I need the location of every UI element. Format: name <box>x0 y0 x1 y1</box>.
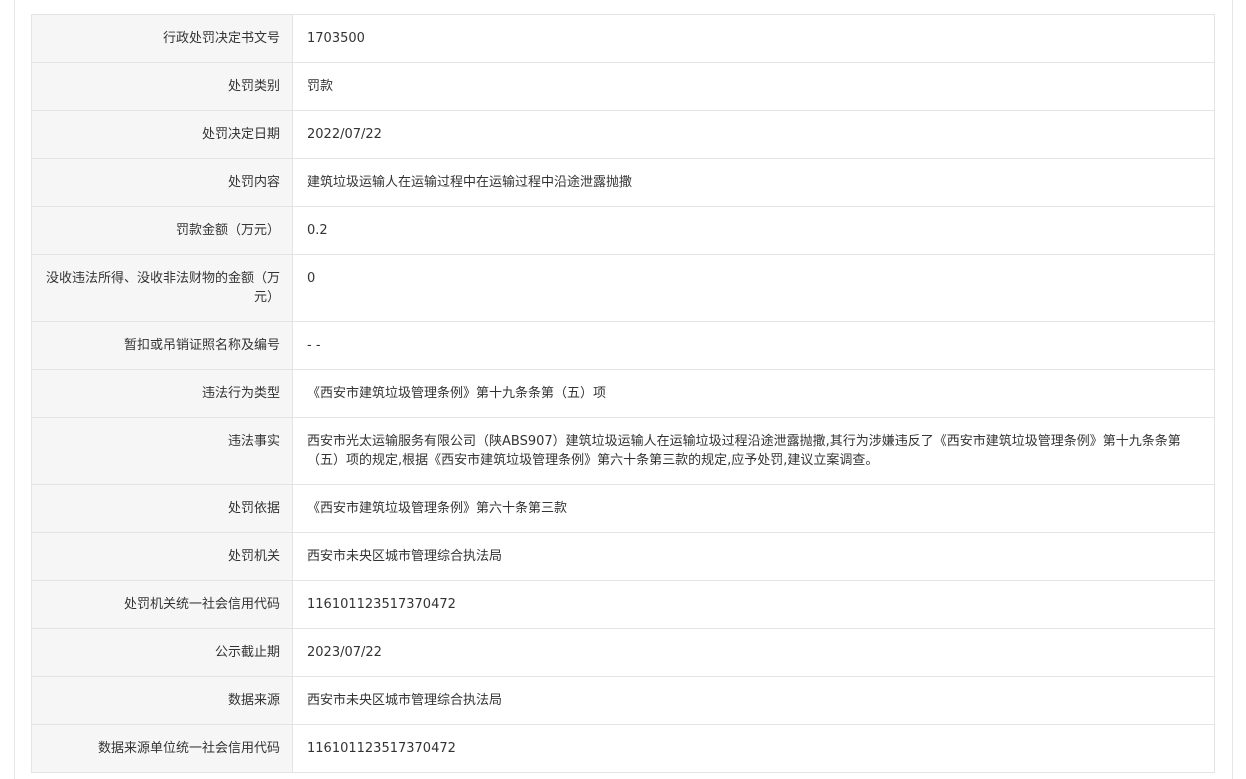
label-penalty-authority: 处罚机关 <box>31 532 293 581</box>
penalty-info-table: 行政处罚决定书文号 1703500 处罚类别 罚款 处罚决定日期 2022/07… <box>31 14 1215 773</box>
row-authority-credit-code: 处罚机关统一社会信用代码 116101123517370472 <box>31 580 1215 629</box>
row-license-revocation: 暂扣或吊销证照名称及编号 - - <box>31 321 1215 370</box>
label-publicity-deadline: 公示截止期 <box>31 628 293 677</box>
label-penalty-category: 处罚类别 <box>31 62 293 111</box>
value-violation-facts: 西安市光太运输服务有限公司（陕ABS907）建筑垃圾运输人在运输垃圾过程沿途泄露… <box>292 417 1215 485</box>
value-penalty-category: 罚款 <box>292 62 1215 111</box>
row-data-source: 数据来源 西安市未央区城市管理综合执法局 <box>31 676 1215 725</box>
value-authority-credit-code: 116101123517370472 <box>292 580 1215 629</box>
value-license-revocation: - - <box>292 321 1215 370</box>
label-decision-date: 处罚决定日期 <box>31 110 293 159</box>
label-violation-facts: 违法事实 <box>31 417 293 485</box>
value-decision-date: 2022/07/22 <box>292 110 1215 159</box>
label-license-revocation: 暂扣或吊销证照名称及编号 <box>31 321 293 370</box>
row-penalty-content: 处罚内容 建筑垃圾运输人在运输过程中在运输过程中沿途泄露抛撒 <box>31 158 1215 207</box>
label-source-credit-code: 数据来源单位统一社会信用代码 <box>31 724 293 773</box>
row-violation-type: 违法行为类型 《西安市建筑垃圾管理条例》第十九条条第（五）项 <box>31 369 1215 418</box>
label-confiscation-amount: 没收违法所得、没收非法财物的金额（万元） <box>31 254 293 322</box>
page-frame-left-border <box>14 0 15 779</box>
value-source-credit-code: 116101123517370472 <box>292 724 1215 773</box>
row-decision-date: 处罚决定日期 2022/07/22 <box>31 110 1215 159</box>
value-penalty-basis: 《西安市建筑垃圾管理条例》第六十条第三款 <box>292 484 1215 533</box>
label-decision-number: 行政处罚决定书文号 <box>31 14 293 63</box>
value-penalty-authority: 西安市未央区城市管理综合执法局 <box>292 532 1215 581</box>
value-data-source: 西安市未央区城市管理综合执法局 <box>292 676 1215 725</box>
label-data-source: 数据来源 <box>31 676 293 725</box>
value-fine-amount: 0.2 <box>292 206 1215 255</box>
row-violation-facts: 违法事实 西安市光太运输服务有限公司（陕ABS907）建筑垃圾运输人在运输垃圾过… <box>31 417 1215 485</box>
label-violation-type: 违法行为类型 <box>31 369 293 418</box>
label-fine-amount: 罚款金额（万元） <box>31 206 293 255</box>
row-penalty-authority: 处罚机关 西安市未央区城市管理综合执法局 <box>31 532 1215 581</box>
page-frame-right-border <box>1232 0 1233 779</box>
label-penalty-content: 处罚内容 <box>31 158 293 207</box>
row-source-credit-code: 数据来源单位统一社会信用代码 116101123517370472 <box>31 724 1215 773</box>
value-penalty-content: 建筑垃圾运输人在运输过程中在运输过程中沿途泄露抛撒 <box>292 158 1215 207</box>
row-fine-amount: 罚款金额（万元） 0.2 <box>31 206 1215 255</box>
value-decision-number: 1703500 <box>292 14 1215 63</box>
value-publicity-deadline: 2023/07/22 <box>292 628 1215 677</box>
label-authority-credit-code: 处罚机关统一社会信用代码 <box>31 580 293 629</box>
value-confiscation-amount: 0 <box>292 254 1215 322</box>
value-violation-type: 《西安市建筑垃圾管理条例》第十九条条第（五）项 <box>292 369 1215 418</box>
row-decision-number: 行政处罚决定书文号 1703500 <box>31 14 1215 63</box>
row-penalty-basis: 处罚依据 《西安市建筑垃圾管理条例》第六十条第三款 <box>31 484 1215 533</box>
row-publicity-deadline: 公示截止期 2023/07/22 <box>31 628 1215 677</box>
label-penalty-basis: 处罚依据 <box>31 484 293 533</box>
row-confiscation-amount: 没收违法所得、没收非法财物的金额（万元） 0 <box>31 254 1215 322</box>
row-penalty-category: 处罚类别 罚款 <box>31 62 1215 111</box>
